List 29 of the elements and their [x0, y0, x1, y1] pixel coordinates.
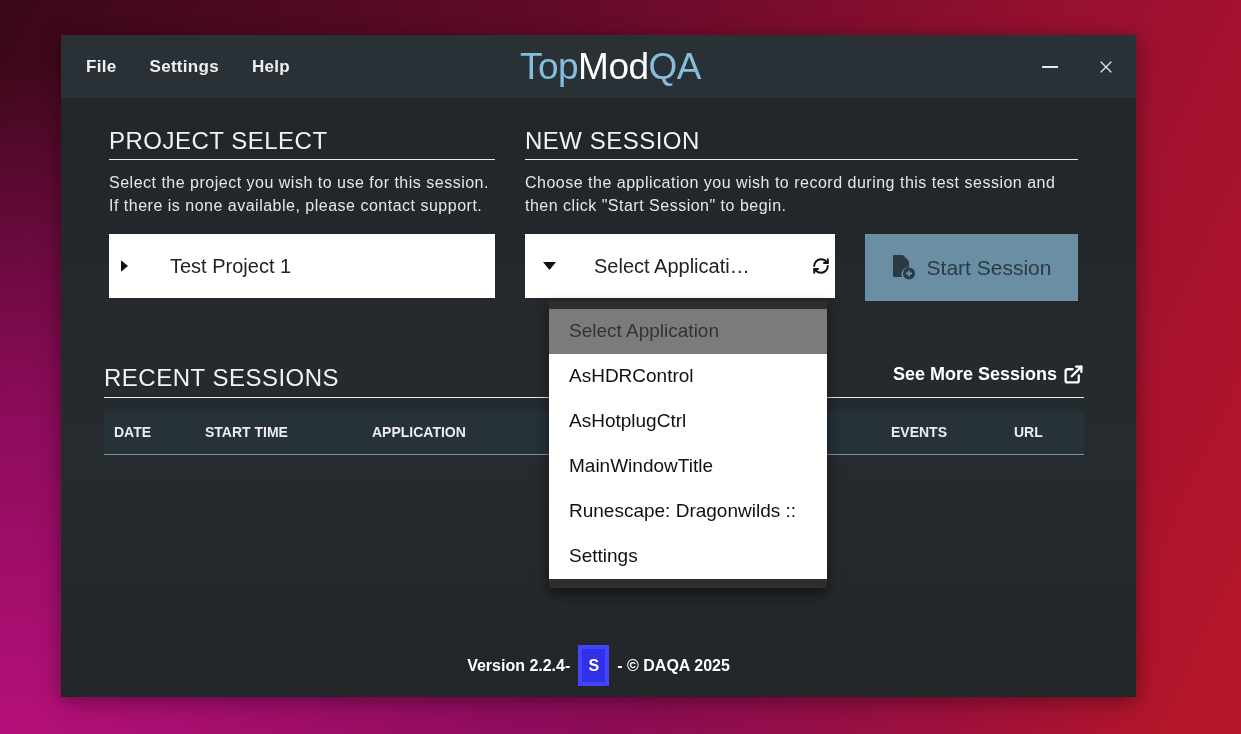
menu-item[interactable]: File: [86, 53, 117, 80]
section-title: PROJECT SELECT: [109, 126, 495, 160]
app-logo: TopModQA: [519, 44, 702, 89]
file-plus-icon: [891, 255, 916, 280]
see-more-sessions-link[interactable]: See More Sessions: [892, 361, 1084, 388]
refresh-icon[interactable]: [812, 257, 830, 275]
dropdown-option[interactable]: Runescape: Dragonwilds ::: [549, 489, 827, 534]
dropdown-option[interactable]: MainWindowTitle: [549, 444, 827, 489]
column-header: EVENTS: [891, 423, 947, 442]
version-text: Version 2.2.4-: [467, 655, 571, 676]
build-badge: S: [578, 645, 610, 686]
external-link-icon: [1063, 364, 1084, 385]
menu-item[interactable]: Settings: [149, 53, 219, 80]
column-header: DATE: [114, 423, 152, 442]
copyright-text: - © DAQA 2025: [617, 655, 730, 676]
minimize-icon: [1042, 65, 1058, 68]
dropdown-option[interactable]: Settings: [549, 534, 827, 579]
column-header: URL: [1014, 423, 1043, 442]
dropdown-option[interactable]: AsHotplugCtrl: [549, 399, 827, 444]
section-title: NEW SESSION: [525, 126, 1078, 160]
section-description: Select the project you wish to use for this session. If there is none available, please contact support.: [109, 173, 490, 216]
project-select[interactable]: Test Project 1: [109, 234, 495, 298]
menu-item[interactable]: Help: [251, 53, 290, 80]
column-header: START TIME: [205, 423, 288, 442]
application-select[interactable]: Select Applicati…: [525, 234, 835, 298]
column-header: APPLICATION: [372, 423, 466, 442]
section-title: RECENT SESSIONS: [104, 363, 340, 393]
dropdown-option[interactable]: AsHDRControl: [549, 354, 827, 399]
section-description: Choose the application you wish to record during this test session and then click "Start Session" to begin.: [525, 173, 1057, 216]
